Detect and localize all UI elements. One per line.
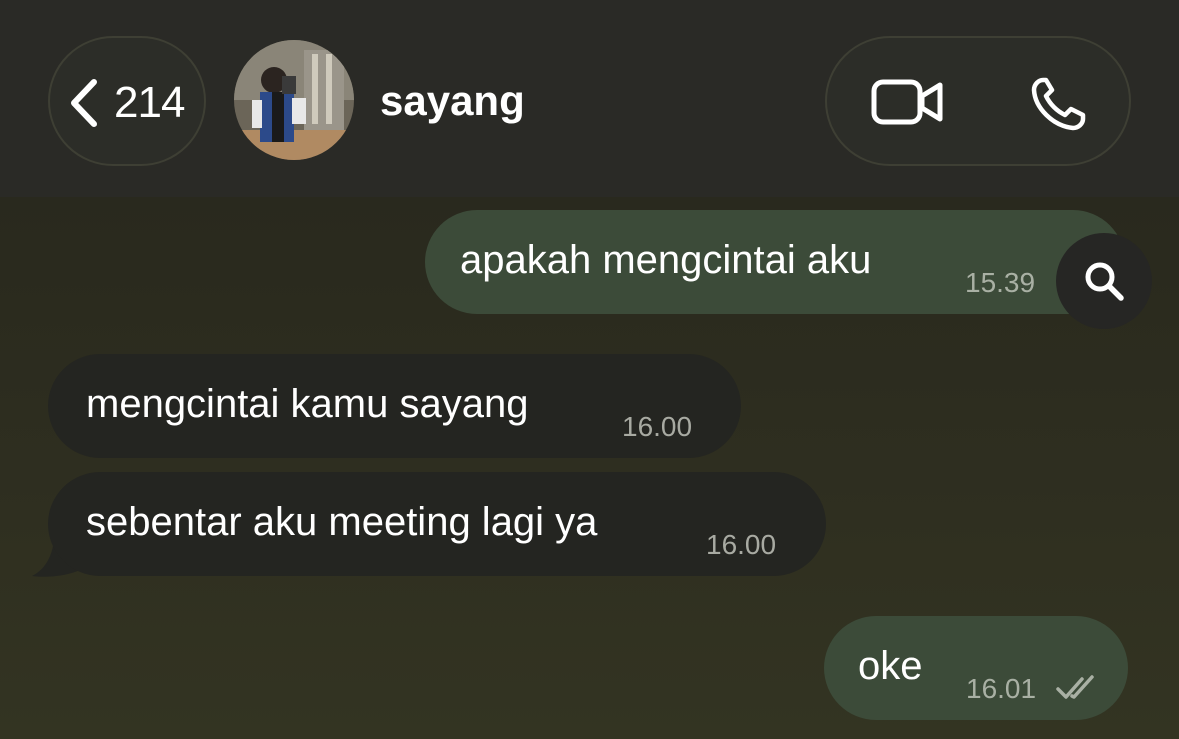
read-checkmark-icon: [1056, 675, 1094, 699]
chevron-left-icon: [71, 79, 97, 127]
call-actions: [825, 36, 1131, 166]
message-text: mengcintai kamu sayang: [86, 382, 529, 426]
message-text: apakah mengcintai aku: [460, 238, 872, 282]
message-time: 16.01: [966, 673, 1037, 704]
message-time: 16.00: [622, 411, 693, 442]
message-bubble-outgoing[interactable]: apakah mengcintai aku 15.39: [425, 210, 1125, 314]
unread-count: 214: [114, 78, 185, 127]
message-bubble-incoming[interactable]: mengcintai kamu sayang 16.00: [48, 354, 741, 458]
message-time: 15.39: [965, 267, 1036, 298]
back-button[interactable]: 214: [48, 36, 206, 166]
avatar-photo: [234, 40, 354, 160]
chat-header: 214 sayang: [0, 0, 1179, 197]
contact-name[interactable]: sayang: [380, 76, 525, 126]
chat-screen: 214 sayang apakah mengcintai aku 15.39 m…: [0, 0, 1179, 739]
message-bubble-outgoing[interactable]: oke 16.01: [824, 616, 1128, 720]
avatar[interactable]: [234, 40, 354, 160]
search-icon: [1085, 262, 1124, 301]
message-bubble-incoming[interactable]: sebentar aku meeting lagi ya 16.00: [48, 472, 826, 576]
search-button[interactable]: [1056, 233, 1152, 329]
message-text: oke: [858, 644, 923, 688]
phone-icon[interactable]: [1029, 76, 1089, 132]
message-text: sebentar aku meeting lagi ya: [86, 500, 598, 544]
video-camera-icon[interactable]: [871, 76, 945, 128]
message-time: 16.00: [706, 529, 777, 560]
